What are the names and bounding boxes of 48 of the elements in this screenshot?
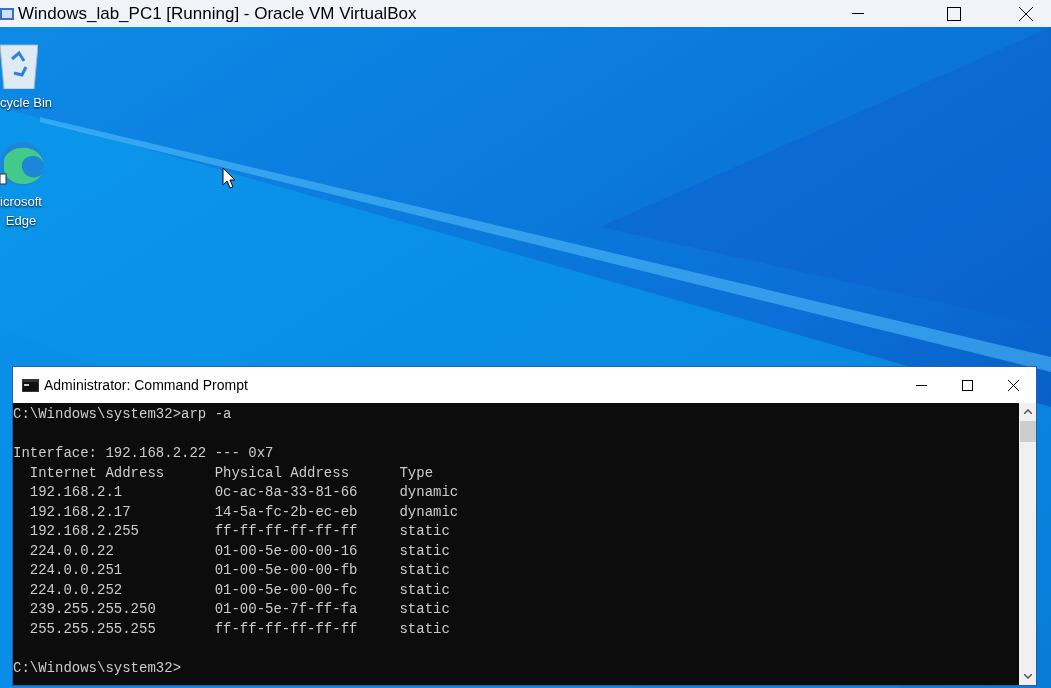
table-cell-text: 01-00-5e-00-00-16	[214, 541, 359, 561]
table-cell: static	[399, 580, 450, 600]
mouse-pointer-icon	[222, 167, 236, 189]
table-cell-text: 239.255.255.250	[29, 600, 157, 619]
table-cell-text: 01-00-5e-00-00-fb	[214, 561, 359, 580]
table-cell-text: 01-00-5e-00-00-fc	[214, 580, 359, 600]
scroll-down-icon[interactable]	[1023, 674, 1032, 679]
table-cell-text: static	[399, 522, 450, 541]
command-line: C:\Windows\system32>arp -a	[13, 405, 233, 424]
scroll-thumb[interactable]	[1019, 421, 1036, 442]
console-icon	[22, 378, 39, 392]
table-cell-text: static	[399, 561, 450, 580]
table-cell-text: 0c-ac-8a-33-81-66	[214, 483, 359, 502]
table-cell-text: 192.168.2.17	[29, 502, 132, 522]
table-cell-text: 192.168.2.255	[29, 522, 140, 541]
scroll-up-icon[interactable]	[1023, 409, 1032, 414]
table-cell-text: 01-00-5e-7f-ff-fa	[214, 600, 359, 619]
table-cell-text: 14-5a-fc-2b-ec-eb	[214, 502, 359, 522]
interface-line: Interface: 192.168.2.22 --- 0x7	[13, 444, 275, 463]
table-cell-text: ff-ff-ff-ff-ff-ff	[214, 522, 359, 541]
column-header: Physical Address	[214, 463, 351, 483]
close-icon	[1019, 6, 1033, 21]
window-title: Windows_lab_PC1 [Running] - Oracle VM VirtualBox	[18, 5, 417, 22]
scrollbar[interactable]	[1019, 403, 1036, 685]
table-cell-text: static	[399, 600, 450, 619]
virtualbox-icon	[0, 6, 14, 21]
window-title: Administrator: Command Prompt	[44, 375, 248, 395]
browser-icon	[0, 140, 44, 188]
table-cell: static	[399, 541, 450, 561]
table-cell-text: 192.168.2.1	[29, 483, 124, 502]
table-cell-text: 255.255.255.255	[29, 619, 157, 639]
icon-label[interactable]: cycle Bin	[0, 93, 53, 112]
table-cell-text: 224.0.0.22	[29, 541, 115, 561]
table-cell-text: ff-ff-ff-ff-ff-ff	[214, 619, 359, 639]
table-cell-text: 224.0.0.252	[29, 580, 124, 600]
close-icon	[1007, 379, 1019, 391]
minimize-icon	[852, 12, 864, 15]
minimize-icon	[915, 384, 927, 386]
table-cell-text: 224.0.0.251	[29, 561, 124, 580]
table-cell-text: dynamic	[399, 483, 459, 502]
table-cell: dynamic	[399, 502, 459, 522]
table-cell: static	[399, 619, 450, 639]
maximize-icon	[961, 379, 973, 391]
column-header: Internet Address	[29, 463, 166, 483]
column-header: Type	[399, 463, 434, 483]
prompt-line: C:\Windows\system32>	[13, 658, 183, 678]
maximize-icon	[947, 6, 961, 21]
icon-label[interactable]: icrosoft Edge	[0, 192, 42, 230]
